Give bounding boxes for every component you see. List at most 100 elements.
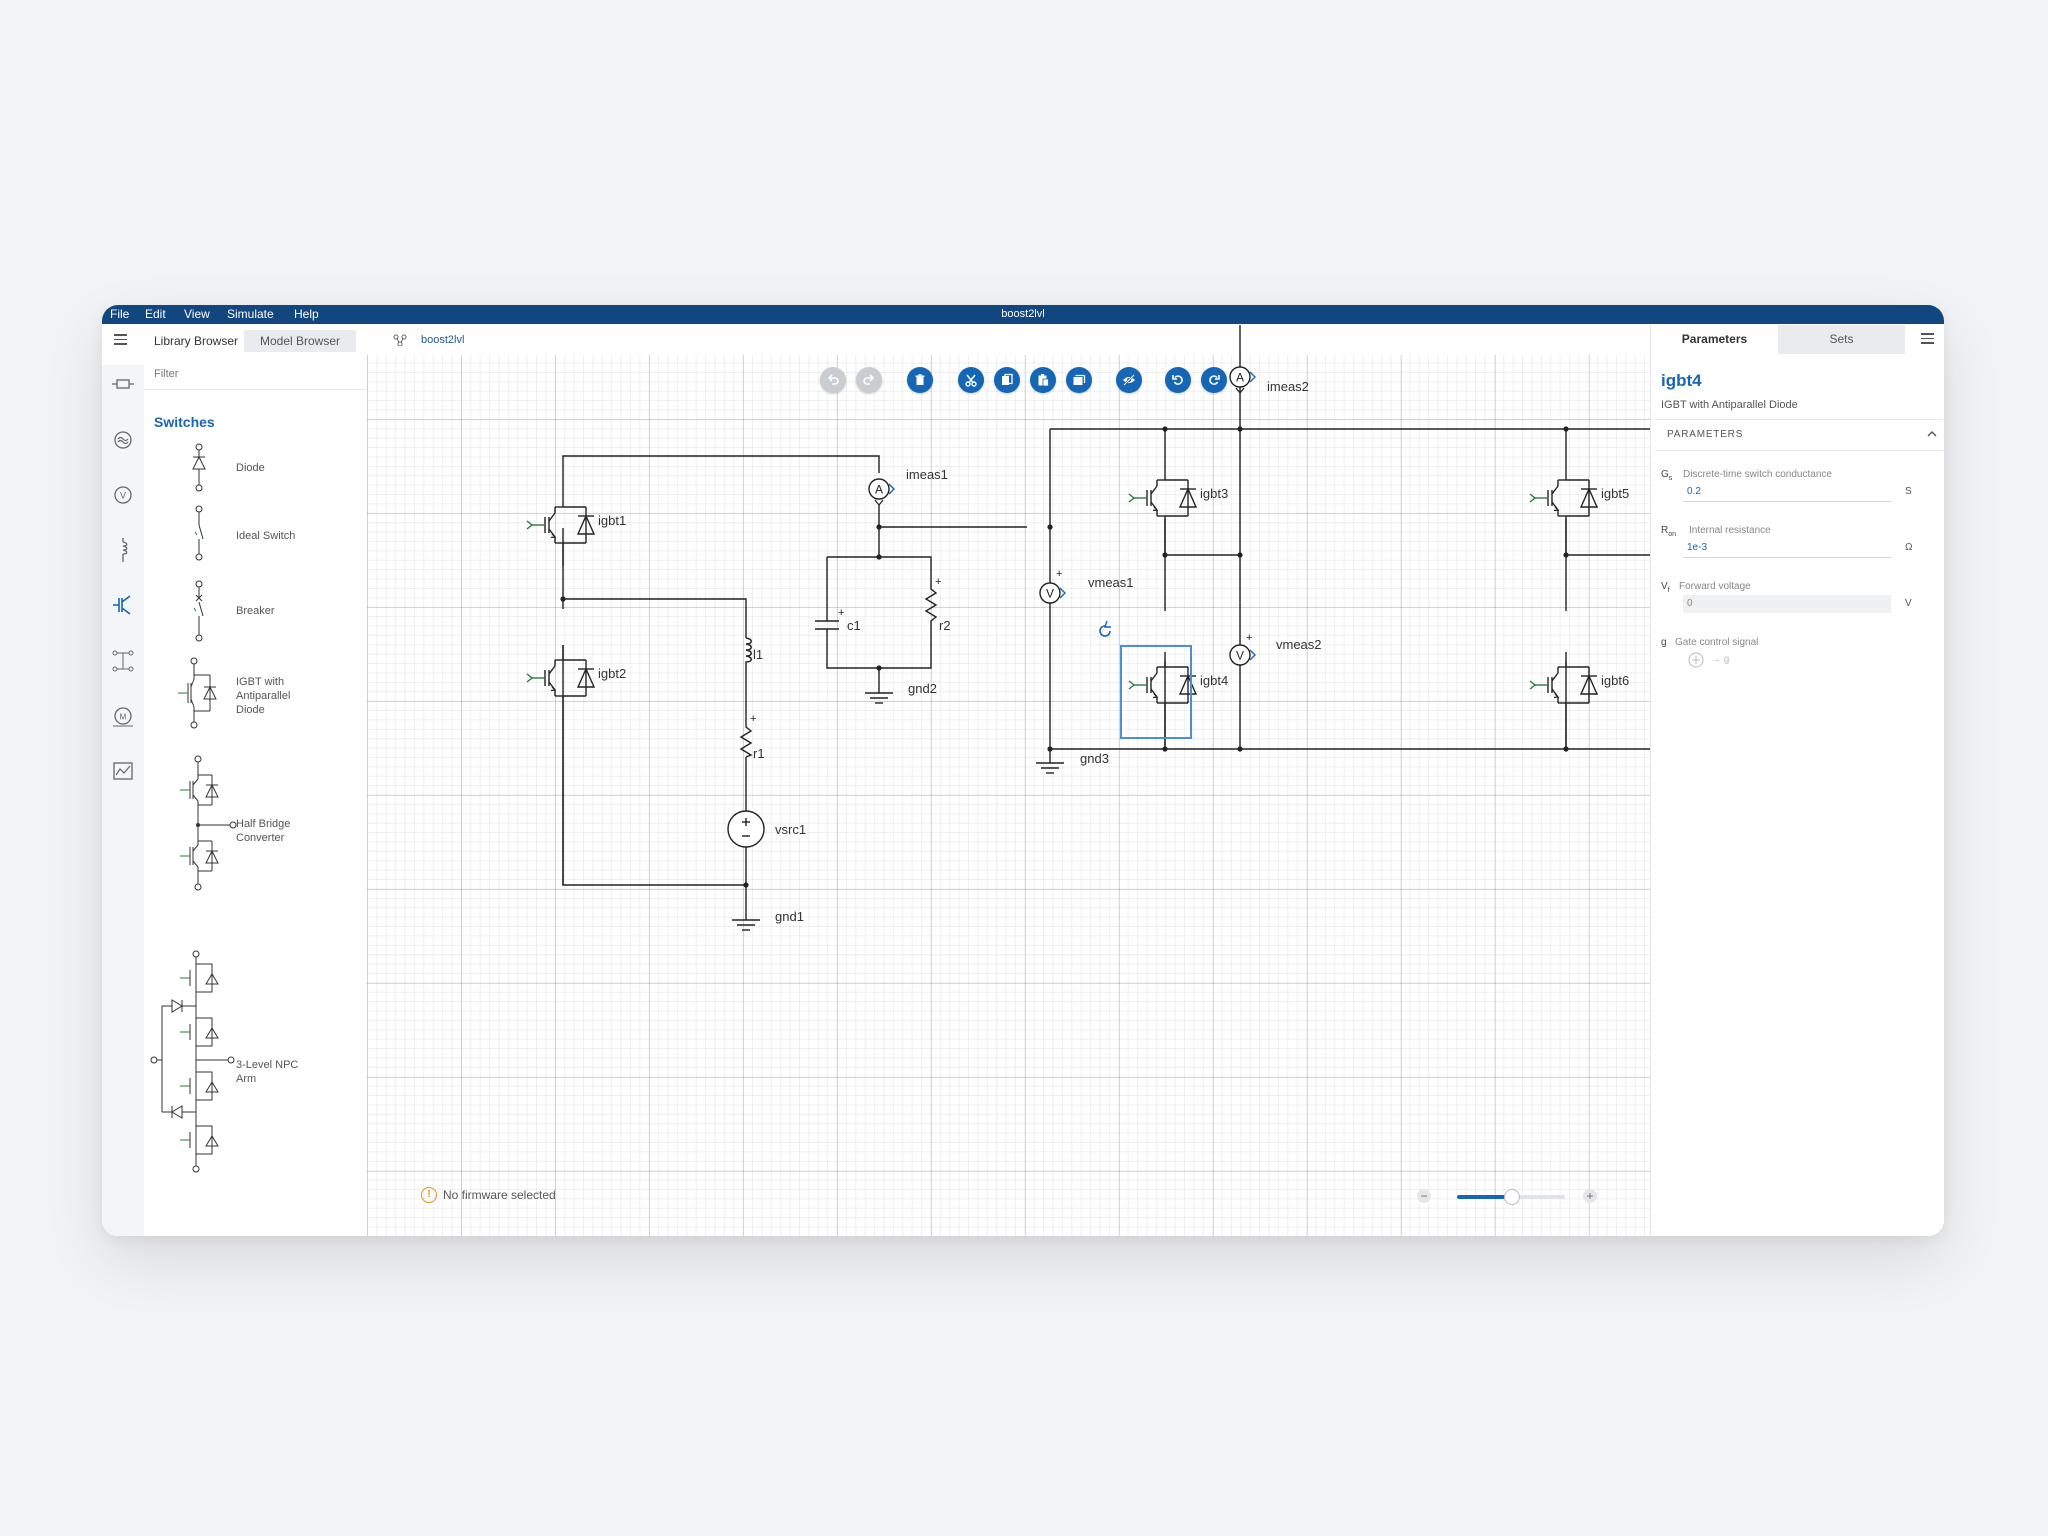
igbt3-symbol[interactable] xyxy=(1128,464,1197,530)
library-panel: Library Browser Model Browser V M Switch… xyxy=(102,325,366,1236)
category-icon-strip: V M xyxy=(102,365,144,1236)
category-title: Switches xyxy=(154,414,215,430)
param-description: Internal resistance xyxy=(1689,525,1771,536)
label-gnd2: gnd2 xyxy=(908,681,937,696)
library-item-label: IGBT with Antiparallel Diode xyxy=(236,676,291,716)
scope-icon[interactable] xyxy=(110,758,136,784)
param-vf-input[interactable]: 0 xyxy=(1683,595,1891,613)
library-item-ideal-switch[interactable]: Ideal Switch xyxy=(144,505,366,561)
plus-sign: + xyxy=(935,576,941,588)
ground-gnd3[interactable] xyxy=(1035,752,1065,774)
label-igbt3: igbt3 xyxy=(1200,486,1228,501)
library-item-label: Diode xyxy=(236,462,265,474)
zoom-in-button[interactable]: + xyxy=(1583,1189,1597,1203)
label-vmeas2: vmeas2 xyxy=(1276,637,1322,652)
menu-view[interactable]: View xyxy=(184,305,210,324)
igbt-connectors xyxy=(562,529,1567,885)
param-unit: Ω xyxy=(1905,542,1913,553)
param-symbol: Vf xyxy=(1661,581,1670,594)
library-item-3level-npc[interactable]: 3-Level NPC Arm xyxy=(144,950,366,1175)
ammeter-imeas1[interactable]: A xyxy=(868,478,895,506)
ammeter-letter: A xyxy=(875,483,883,497)
inductor-icon[interactable] xyxy=(110,537,136,563)
menu-edit[interactable]: Edit xyxy=(145,305,166,324)
signal-target: → g xyxy=(1711,654,1730,665)
status-bar: ! No firmware selected xyxy=(421,1187,556,1203)
igbt-diode-symbol-icon xyxy=(178,657,217,729)
panel-menu-icon[interactable] xyxy=(1921,333,1934,345)
diode-symbol-icon xyxy=(192,443,206,492)
switches-icon[interactable] xyxy=(110,592,136,618)
param-description: Forward voltage xyxy=(1679,581,1751,592)
voltmeter-letter: V xyxy=(1236,649,1244,663)
zoom-slider-thumb[interactable] xyxy=(1504,1189,1520,1205)
param-symbol: Gs xyxy=(1661,469,1673,482)
zoom-slider[interactable] xyxy=(1457,1189,1565,1205)
add-signal-icon[interactable] xyxy=(1687,651,1705,669)
voltmeter-vmeas1[interactable]: V + xyxy=(1039,568,1066,604)
parameters-panel: Parameters Sets igbt4 IGBT with Antipara… xyxy=(1650,325,1944,1236)
machines-icon[interactable]: M xyxy=(110,703,136,729)
igbt1-symbol[interactable] xyxy=(526,491,595,557)
tab-library-browser[interactable]: Library Browser xyxy=(148,330,244,352)
label-igbt5: igbt5 xyxy=(1601,486,1629,501)
status-text: No firmware selected xyxy=(443,1188,556,1202)
converters-icon[interactable] xyxy=(110,648,136,674)
param-symbol: Ron xyxy=(1661,525,1677,538)
label-gnd3: gnd3 xyxy=(1080,751,1109,766)
half-bridge-symbol-icon xyxy=(180,755,237,891)
capacitor-c1[interactable]: + xyxy=(815,607,844,630)
junctions xyxy=(560,426,1569,888)
label-igbt4: igbt4 xyxy=(1200,673,1228,688)
tab-model-browser[interactable]: Model Browser xyxy=(244,330,356,352)
tab-sets[interactable]: Sets xyxy=(1778,325,1905,354)
filter-input[interactable] xyxy=(152,363,356,385)
menu-file[interactable]: File xyxy=(110,305,129,324)
library-item-half-bridge[interactable]: Half Bridge Converter xyxy=(144,755,366,895)
voltmeter-icon[interactable]: V xyxy=(110,482,136,508)
inductor-l1[interactable] xyxy=(745,637,752,664)
library-item-diode[interactable]: Diode xyxy=(144,443,366,493)
ammeter-letter: A xyxy=(1236,371,1244,385)
warning-icon: ! xyxy=(421,1187,437,1203)
schematic-drawing[interactable]: A A V + V + + + + igbt1 igbt2 igbt3 igbt… xyxy=(367,325,1650,1236)
menu-icon[interactable] xyxy=(114,334,127,346)
sources-icon[interactable] xyxy=(110,427,136,453)
window-title: boost2lvl xyxy=(1001,308,1045,320)
ammeter-imeas2[interactable]: A xyxy=(1229,366,1256,394)
tab-parameters[interactable]: Parameters xyxy=(1651,325,1778,354)
parameters-section-header[interactable]: PARAMETERS xyxy=(1655,419,1943,451)
label-vsrc1: vsrc1 xyxy=(775,822,806,837)
plus-sign: + xyxy=(1056,568,1062,580)
label-imeas2: imeas2 xyxy=(1267,379,1309,394)
label-gnd1: gnd1 xyxy=(775,909,804,924)
npc-arm-symbol-icon xyxy=(150,950,235,1173)
voltage-source-vsrc1[interactable] xyxy=(727,810,765,848)
app-window: File Edit View Simulate Help boost2lvl L… xyxy=(102,305,1944,1236)
zoom-control: − + xyxy=(1417,1187,1597,1207)
igbt4-symbol[interactable] xyxy=(1128,651,1197,717)
param-gs-input[interactable]: 0.2 xyxy=(1683,483,1891,502)
label-r1: r1 xyxy=(753,746,765,761)
label-l1: l1 xyxy=(753,647,763,662)
igbt6-symbol[interactable] xyxy=(1529,651,1598,717)
zoom-out-button[interactable]: − xyxy=(1417,1189,1431,1203)
component-name: igbt4 xyxy=(1661,371,1702,390)
menu-help[interactable]: Help xyxy=(294,305,319,324)
ground-gnd1[interactable] xyxy=(731,909,761,931)
igbt5-symbol[interactable] xyxy=(1529,464,1598,530)
library-item-label: Half Bridge Converter xyxy=(236,818,291,844)
param-ron-input[interactable]: 1e-3 xyxy=(1683,539,1891,558)
menu-bar: File Edit View Simulate Help boost2lvl xyxy=(102,305,1944,324)
library-item-breaker[interactable]: Breaker xyxy=(144,580,366,642)
ground-gnd2[interactable] xyxy=(864,682,894,704)
param-unit: V xyxy=(1905,598,1912,609)
ideal-switch-symbol-icon xyxy=(194,505,204,561)
igbt2-symbol[interactable] xyxy=(526,644,595,710)
menu-simulate[interactable]: Simulate xyxy=(227,305,274,324)
wires xyxy=(562,325,1650,910)
library-item-igbt-diode[interactable]: IGBT with Antiparallel Diode xyxy=(144,657,366,729)
voltmeter-vmeas2[interactable]: V + xyxy=(1229,632,1256,666)
passive-icon[interactable] xyxy=(110,371,136,397)
plus-sign: + xyxy=(1246,632,1252,644)
